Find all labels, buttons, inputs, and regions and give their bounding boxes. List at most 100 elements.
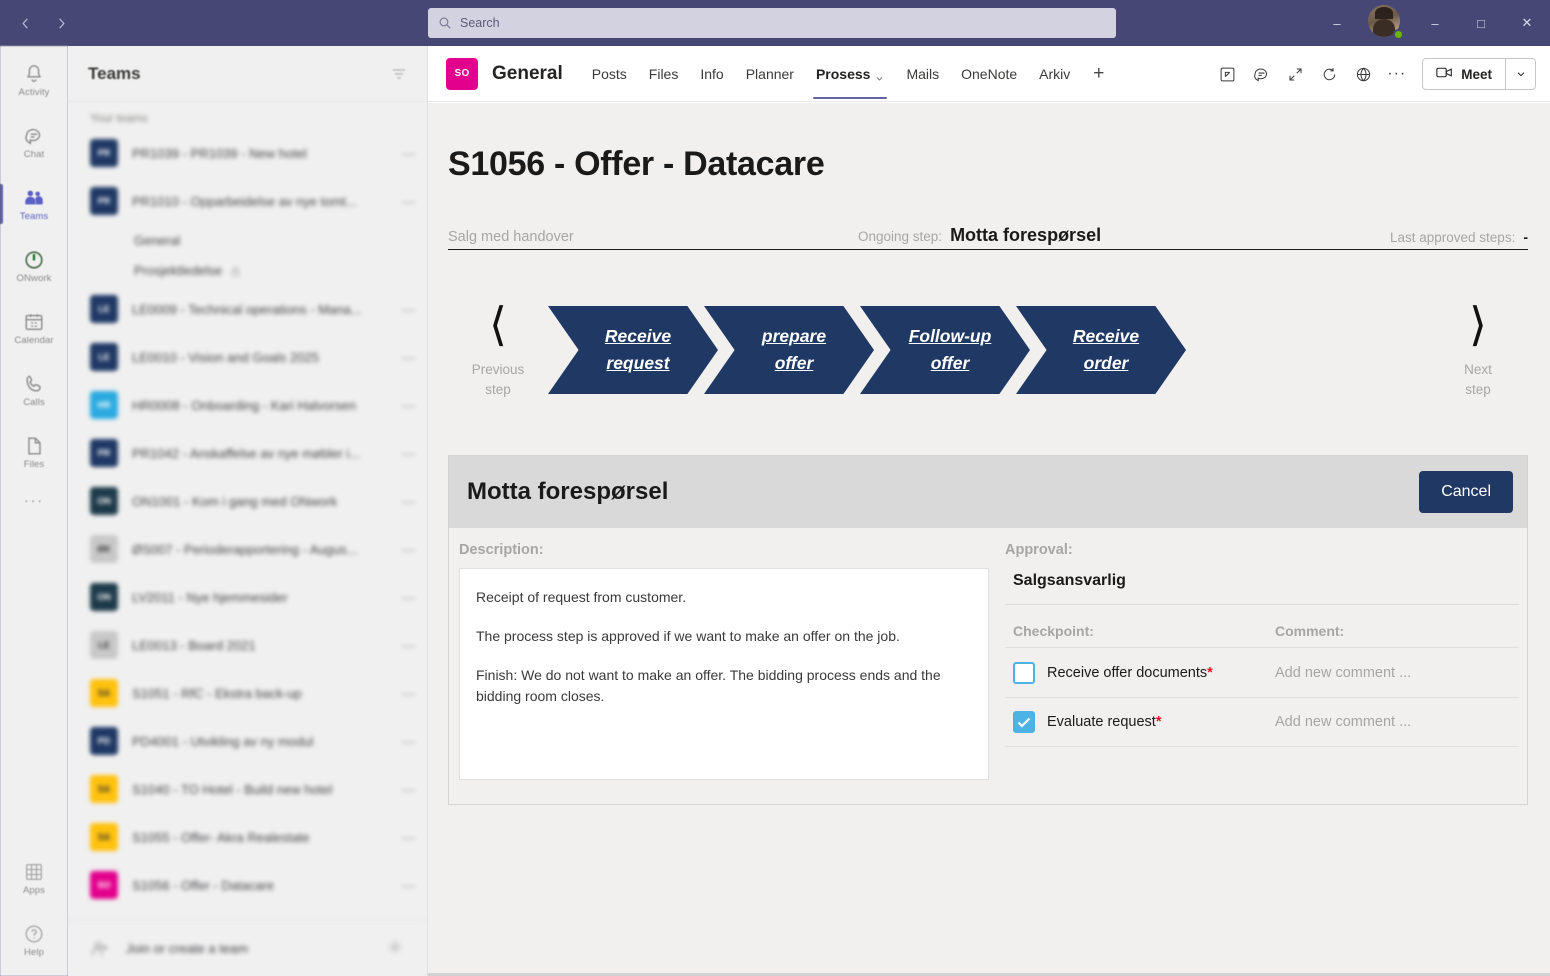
tab-files[interactable]: Files bbox=[638, 48, 690, 99]
team-list-item[interactable]: PR PR1010 - Opparbeidelse av nye tomt... — bbox=[68, 177, 428, 225]
team-more-options-icon[interactable]: — bbox=[402, 830, 415, 845]
avatar[interactable] bbox=[1368, 5, 1404, 41]
team-more-options-icon[interactable]: — bbox=[402, 734, 415, 749]
team-more-options-icon[interactable]: — bbox=[402, 782, 415, 797]
close-button[interactable]: ✕ bbox=[1504, 0, 1550, 46]
globe-icon[interactable] bbox=[1347, 58, 1379, 90]
meet-button[interactable]: Meet bbox=[1423, 59, 1505, 89]
forward-icon[interactable] bbox=[46, 8, 76, 38]
rail-item-onwork[interactable]: ONwork bbox=[0, 238, 68, 294]
process-step-1[interactable]: Receive request bbox=[548, 306, 718, 394]
team-name: LE0013 - Board 2021 bbox=[132, 637, 256, 653]
team-more-options-icon[interactable]: — bbox=[402, 638, 415, 653]
channel-list-item[interactable]: General bbox=[68, 225, 428, 255]
tab-posts[interactable]: Posts bbox=[581, 48, 638, 99]
comment-input[interactable]: Add new comment ... bbox=[1275, 665, 1411, 681]
team-list-item[interactable]: SO S1056 - Offer - Datacare — bbox=[68, 861, 428, 909]
back-icon[interactable] bbox=[10, 8, 40, 38]
tab-info[interactable]: Info bbox=[689, 48, 734, 99]
next-step-button[interactable]: ⟩ Next step bbox=[1428, 298, 1528, 399]
team-more-options-icon[interactable]: — bbox=[402, 398, 415, 413]
team-list-item[interactable]: ON LV2011 - Nye hjemmesider — bbox=[68, 573, 428, 621]
team-list-item[interactable]: SA S1040 - TO Hotel - Build new hotel — bbox=[68, 765, 428, 813]
rail-item-files[interactable]: Files bbox=[0, 424, 68, 480]
meet-dropdown-button[interactable] bbox=[1505, 59, 1535, 89]
rail-item-help[interactable]: Help bbox=[0, 912, 68, 968]
checkpoint-checkbox[interactable] bbox=[1013, 661, 1035, 684]
rail-item-teams[interactable]: Teams bbox=[0, 176, 68, 232]
conversation-icon[interactable] bbox=[1245, 58, 1277, 90]
tab-prosess[interactable]: Prosess bbox=[805, 48, 895, 99]
tab-mails[interactable]: Mails bbox=[895, 48, 950, 99]
team-name: PR1039 - PR1039 - New hotel bbox=[132, 145, 307, 161]
join-create-team-row[interactable]: Join or create a team bbox=[68, 920, 428, 976]
team-more-options-icon[interactable]: — bbox=[402, 146, 415, 161]
team-name: S1051 - RfC - Ekstra back-up bbox=[132, 685, 302, 701]
process-step-3[interactable]: Follow-up offer bbox=[860, 306, 1030, 394]
tab-label: Planner bbox=[745, 66, 794, 82]
team-list-item[interactable]: PR PR1042 - Anskaffelse av nye møbler i..… bbox=[68, 429, 428, 477]
team-more-options-icon[interactable]: — bbox=[402, 494, 415, 509]
step-card-header: Motta forespørsel Cancel bbox=[449, 456, 1527, 529]
rail-item-calendar[interactable]: Calendar bbox=[0, 300, 68, 356]
filter-icon[interactable] bbox=[391, 66, 407, 82]
tab-more-button[interactable]: ··· bbox=[1381, 65, 1412, 83]
rail-bottom-group: Apps Help bbox=[0, 844, 68, 968]
cancel-button[interactable]: Cancel bbox=[1419, 471, 1513, 514]
minimize-button[interactable]: – bbox=[1412, 0, 1458, 46]
rail-item-calls[interactable]: Calls bbox=[0, 362, 68, 418]
channel-list-item[interactable]: Prosjektledelse bbox=[68, 255, 428, 285]
rail-label-calendar: Calendar bbox=[14, 334, 54, 346]
comment-input[interactable]: Add new comment ... bbox=[1275, 714, 1411, 730]
tab-arkiv[interactable]: Arkiv bbox=[1028, 48, 1081, 99]
teams-list[interactable]: Your teams PR PR1039 - PR1039 - New hotel… bbox=[68, 103, 428, 957]
team-more-options-icon[interactable]: — bbox=[402, 302, 415, 317]
team-avatar: LE bbox=[90, 295, 118, 323]
team-list-item[interactable]: LE LE0013 - Board 2021 — bbox=[68, 621, 428, 669]
rail-more-button[interactable]: ··· bbox=[0, 480, 68, 520]
team-avatar: LE bbox=[90, 343, 118, 371]
add-tab-button[interactable]: + bbox=[1081, 63, 1116, 85]
presence-indicator bbox=[1393, 29, 1404, 40]
maximize-button[interactable]: □ bbox=[1458, 0, 1504, 46]
team-list-item[interactable]: LE LE0009 - Technical operations - Mana..… bbox=[68, 285, 428, 333]
refresh-icon[interactable] bbox=[1313, 58, 1345, 90]
checkpoint-name-cell: Receive offer documents* bbox=[1013, 661, 1275, 684]
team-more-options-icon[interactable]: — bbox=[402, 194, 415, 209]
titlebar-minimize-left[interactable]: – bbox=[1314, 0, 1360, 46]
team-list-item[interactable]: ØK ØS007 - Perioderapportering - Augus...… bbox=[68, 525, 428, 573]
rail-item-chat[interactable]: Chat bbox=[0, 114, 68, 170]
search-icon bbox=[438, 16, 452, 30]
team-more-options-icon[interactable]: — bbox=[402, 878, 415, 893]
team-more-options-icon[interactable]: — bbox=[402, 446, 415, 461]
team-avatar: HR bbox=[90, 391, 118, 419]
rail-item-activity[interactable]: Activity bbox=[0, 52, 68, 108]
open-in-new-window-icon[interactable] bbox=[1211, 58, 1243, 90]
description-textbox[interactable]: Receipt of request from customer. The pro… bbox=[459, 568, 989, 781]
tab-onenote[interactable]: OneNote bbox=[950, 48, 1028, 99]
rail-item-apps[interactable]: Apps bbox=[0, 850, 68, 906]
team-avatar: PD bbox=[90, 727, 118, 755]
checkpoint-checkbox[interactable] bbox=[1013, 711, 1035, 734]
team-list-item[interactable]: ON ON1001 - Kom i gang med ONwork — bbox=[68, 477, 428, 525]
team-list-item[interactable]: LE LE0010 - Vision and Goals 2025 — bbox=[68, 333, 428, 381]
team-more-options-icon[interactable]: — bbox=[402, 686, 415, 701]
team-list-item[interactable]: SA S1051 - RfC - Ekstra back-up — bbox=[68, 669, 428, 717]
process-step-4[interactable]: Receive order bbox=[1016, 306, 1186, 394]
team-list-item[interactable]: HR HR0008 - Onboarding - Kari Halvorsen — bbox=[68, 381, 428, 429]
team-list-item[interactable]: PD PD4001 - Utvikling av ny modul — bbox=[68, 717, 428, 765]
team-more-options-icon[interactable]: — bbox=[402, 350, 415, 365]
gear-icon[interactable] bbox=[386, 938, 408, 960]
tab-label: Arkiv bbox=[1039, 66, 1071, 82]
team-list-item[interactable]: PR PR1039 - PR1039 - New hotel — bbox=[68, 129, 428, 177]
team-list-item[interactable]: SA S1055 - Offer- Akra Realestate — bbox=[68, 813, 428, 861]
search-input[interactable]: Search bbox=[428, 8, 1116, 38]
chevron-right-icon: ⟩ bbox=[1469, 298, 1487, 350]
join-team-icon bbox=[90, 938, 112, 960]
expand-icon[interactable] bbox=[1279, 58, 1311, 90]
team-more-options-icon[interactable]: — bbox=[402, 590, 415, 605]
process-step-2[interactable]: prepare offer bbox=[704, 306, 874, 394]
previous-step-button[interactable]: ⟨ Previous step bbox=[448, 301, 548, 399]
tab-planner[interactable]: Planner bbox=[735, 48, 805, 99]
team-more-options-icon[interactable]: — bbox=[402, 542, 415, 557]
